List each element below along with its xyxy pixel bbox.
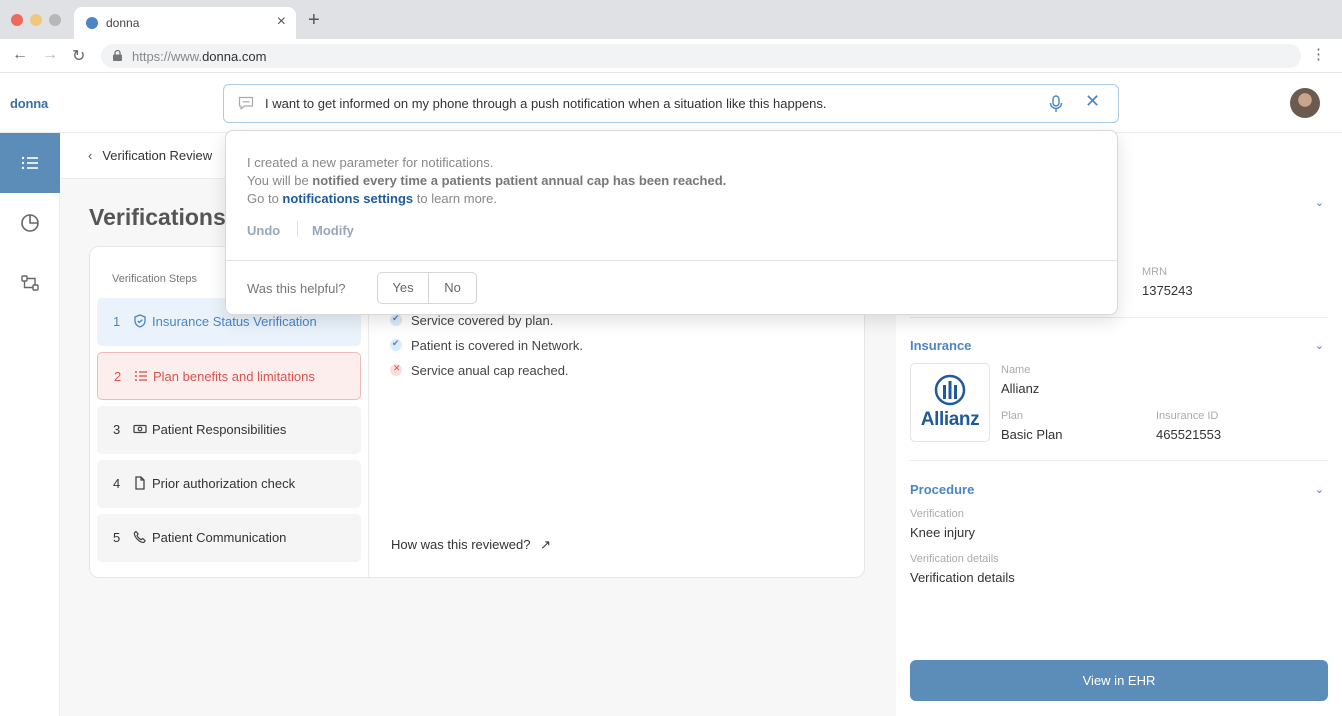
how-reviewed-link[interactable]: How was this reviewed? ↗: [391, 537, 551, 553]
chevron-down-icon[interactable]: ⌄: [1315, 339, 1324, 352]
step-label: Patient Communication: [152, 530, 287, 545]
user-avatar[interactable]: [1290, 88, 1320, 118]
back-icon[interactable]: ←: [12, 46, 28, 64]
sidebar-item-verifications[interactable]: [0, 133, 60, 193]
insurer-logo: Allianz: [910, 363, 990, 442]
allianz-logo-icon: [934, 374, 966, 406]
check-ok-icon: ✔: [390, 313, 402, 326]
browser-tab[interactable]: donna ×: [74, 7, 296, 39]
browser-tab-bar: donna × +: [0, 0, 1342, 39]
modify-button[interactable]: Modify: [312, 223, 354, 238]
command-input[interactable]: I want to get informed on my phone throu…: [223, 84, 1119, 123]
response-line: Go to notifications settings to learn mo…: [247, 191, 497, 206]
check-ok-icon: ✔: [390, 338, 402, 351]
step-patient-communication[interactable]: 5 Patient Communication: [97, 514, 361, 562]
maximize-window-button[interactable]: [49, 14, 61, 26]
insurance-section-title: Insurance: [910, 338, 972, 353]
close-window-button[interactable]: [11, 14, 23, 26]
command-text: I want to get informed on my phone throu…: [265, 96, 827, 111]
shield-icon: [134, 314, 146, 328]
app-header: donna I want to get informed on my phone…: [0, 73, 1342, 133]
verification-details-value: Verification details: [910, 570, 1015, 585]
workflow-icon[interactable]: [20, 273, 40, 293]
undo-button[interactable]: Undo: [247, 223, 280, 238]
check-item: ✔ Patient is covered in Network.: [390, 338, 583, 353]
step-patient-responsibilities[interactable]: 3 Patient Responsibilities: [97, 406, 361, 454]
step-label: Plan benefits and limitations: [153, 369, 315, 384]
insurance-id-value: 465521553: [1156, 427, 1222, 442]
clear-command-icon[interactable]: ✕: [1085, 91, 1100, 112]
helpful-question: Was this helpful?: [247, 281, 346, 296]
forward-icon[interactable]: →: [42, 46, 58, 64]
verification-value: Knee injury: [910, 525, 976, 540]
step-prior-authorization[interactable]: 4 Prior authorization check: [97, 460, 361, 508]
reload-icon[interactable]: ↻: [72, 46, 85, 66]
allianz-logo-text: Allianz: [920, 409, 980, 430]
no-button[interactable]: No: [429, 273, 476, 303]
phone-icon: [133, 530, 146, 544]
insurance-id-label: Insurance ID: [1156, 410, 1219, 422]
step-label: Prior authorization check: [152, 476, 296, 491]
microphone-icon[interactable]: [1049, 95, 1063, 113]
step-plan-benefits[interactable]: 2 Plan benefits and limitations: [97, 352, 361, 400]
step-number: 2: [114, 369, 122, 384]
verification-label: Verification: [910, 508, 964, 520]
feedback-buttons: Yes No: [377, 272, 477, 304]
divider: [297, 221, 298, 237]
app-logo[interactable]: donna: [10, 96, 48, 111]
response-line: You will be notified every time a patien…: [247, 173, 727, 188]
favicon-icon: [86, 17, 98, 29]
check-item: ✔ Service covered by plan.: [390, 313, 554, 328]
address-bar: ← → ↻ https://www.donna.com ⋮: [0, 39, 1342, 73]
step-label: Patient Responsibilities: [152, 422, 287, 437]
step-number: 3: [113, 422, 121, 437]
mrn-label: MRN: [1142, 266, 1168, 278]
procedure-section-title: Procedure: [910, 482, 975, 497]
divider: [910, 460, 1328, 461]
step-number: 4: [113, 476, 121, 491]
yes-button[interactable]: Yes: [378, 273, 429, 303]
chevron-down-icon[interactable]: ⌄: [1315, 483, 1324, 496]
chevron-left-icon: ‹: [88, 148, 93, 163]
verification-details-label: Verification details: [910, 553, 999, 565]
check-fail-icon: ✕: [390, 363, 402, 376]
insurance-name-value: Allianz: [1001, 381, 1040, 396]
pie-chart-icon[interactable]: [20, 213, 40, 233]
list-icon: [21, 156, 38, 170]
list-icon: [135, 371, 147, 381]
minimize-window-button[interactable]: [30, 14, 42, 26]
page-title: Verifications: [89, 204, 226, 230]
insurance-name-label: Name: [1001, 364, 1031, 376]
plan-label: Plan: [1001, 410, 1024, 422]
divider: [910, 317, 1328, 318]
view-in-ehr-button[interactable]: View in EHR: [910, 660, 1328, 701]
plan-value: Basic Plan: [1001, 427, 1063, 442]
chat-icon: [238, 96, 254, 110]
step-number: 5: [113, 530, 121, 545]
notifications-settings-link[interactable]: notifications settings: [282, 191, 413, 206]
lock-icon: [113, 50, 122, 61]
tab-close-icon[interactable]: ×: [277, 13, 286, 31]
document-icon: [135, 476, 145, 490]
check-item: ✕ Service anual cap reached.: [390, 363, 569, 378]
url-text: https://www.donna.com: [132, 49, 267, 64]
tab-title: donna: [106, 16, 140, 30]
url-input[interactable]: https://www.donna.com: [101, 44, 1301, 68]
response-line: I created a new parameter for notificati…: [247, 155, 494, 170]
steps-heading: Verification Steps: [112, 273, 197, 285]
external-arrow-icon: ↗: [540, 537, 551, 552]
step-label: Insurance Status Verification: [152, 314, 317, 329]
divider: [226, 260, 1117, 261]
chevron-down-icon[interactable]: ⌄: [1315, 196, 1324, 209]
step-number: 1: [113, 314, 121, 329]
browser-menu-icon[interactable]: ⋮: [1311, 45, 1326, 63]
sidebar: [0, 133, 60, 716]
cash-icon: [133, 424, 147, 434]
assistant-response-popup: I created a new parameter for notificati…: [225, 130, 1118, 315]
breadcrumb-back-link[interactable]: ‹ Verification Review: [88, 148, 212, 163]
new-tab-icon[interactable]: +: [308, 9, 320, 32]
mrn-value: 1375243: [1142, 283, 1193, 298]
